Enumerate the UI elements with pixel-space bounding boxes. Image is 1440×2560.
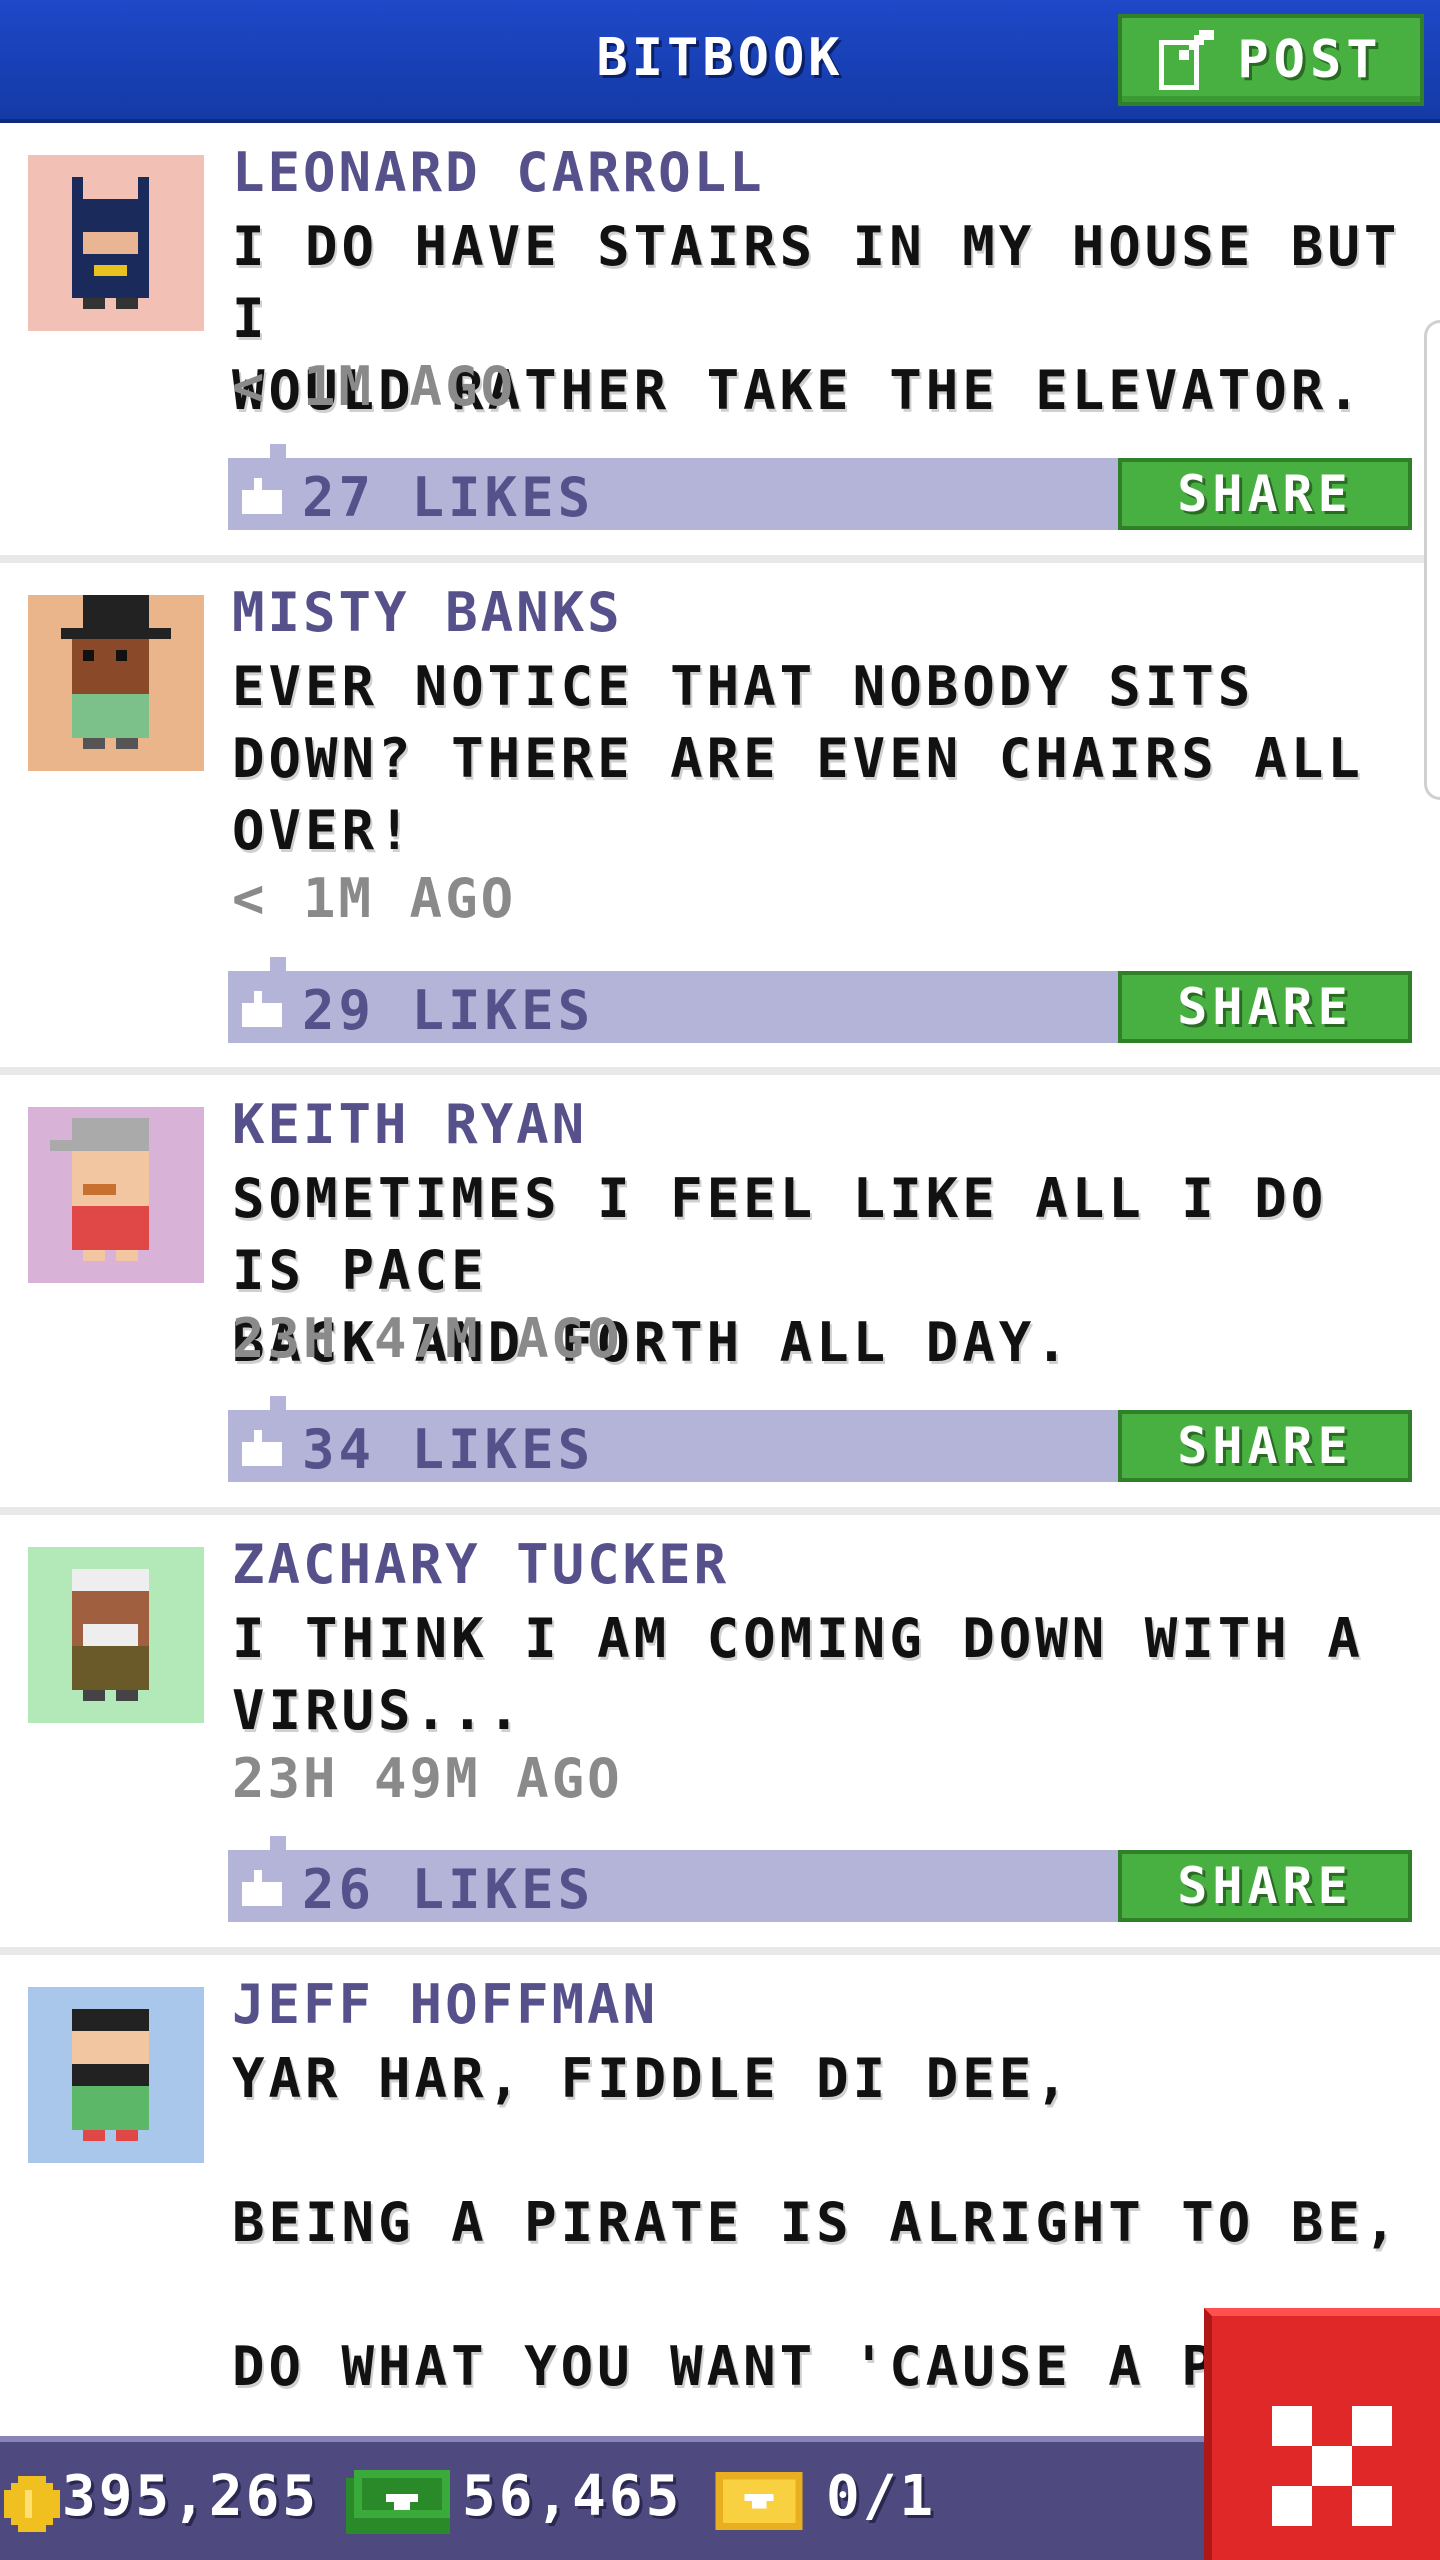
thumbs-up-icon (242, 1430, 282, 1466)
share-button[interactable]: SHARE (1118, 971, 1412, 1043)
avatar[interactable] (28, 1987, 204, 2163)
likes-bar[interactable]: 27 LIKES SHARE (228, 444, 1412, 530)
share-button[interactable]: SHARE (1118, 1410, 1412, 1482)
edit-icon (1159, 30, 1215, 90)
post-item: ZACHARY TUCKER I THINK I AM COMING DOWN … (0, 1515, 1440, 1955)
author-name: LEONARD CARROLL (232, 141, 765, 204)
author-name: KEITH RYAN (232, 1093, 588, 1156)
author-name: JEFF HOFFMAN (232, 1973, 659, 2036)
post-time: < 1M AGO (232, 867, 517, 930)
post-button-label: POST (1237, 30, 1383, 90)
coins-count: 395,265 (62, 2464, 320, 2529)
scroll-handle[interactable] (1424, 320, 1440, 800)
bux-icon (346, 2470, 450, 2534)
thumbs-up-icon (242, 1870, 282, 1906)
avatar[interactable] (28, 1107, 204, 1283)
likes-count: 29 LIKES (302, 979, 595, 1042)
tickets-count: 0/1 (826, 2464, 937, 2529)
app-header: BITBOOK POST (0, 0, 1440, 123)
author-name: ZACHARY TUCKER (232, 1533, 730, 1596)
post-item: LEONARD CARROLL I DO HAVE STAIRS IN MY H… (0, 123, 1440, 563)
close-button[interactable] (1204, 2308, 1440, 2560)
post-item: KEITH RYAN SOMETIMES I FEEL LIKE ALL I D… (0, 1075, 1440, 1515)
post-button[interactable]: POST (1118, 14, 1424, 106)
close-icon (1272, 2406, 1392, 2526)
thumbs-up-icon (242, 991, 282, 1027)
post-feed[interactable]: LEONARD CARROLL I DO HAVE STAIRS IN MY H… (0, 123, 1440, 2515)
likes-count: 34 LIKES (302, 1418, 595, 1481)
ticket-icon (715, 2472, 803, 2530)
coin-icon (4, 2476, 60, 2532)
avatar[interactable] (28, 155, 204, 331)
likes-bar[interactable]: 34 LIKES SHARE (228, 1396, 1412, 1482)
post-message: I THINK I AM COMING DOWN WITH A VIRUS... (232, 1607, 1364, 1742)
avatar[interactable] (28, 595, 204, 771)
share-button[interactable]: SHARE (1118, 1850, 1412, 1922)
author-name: MISTY BANKS (232, 581, 623, 644)
avatar[interactable] (28, 1547, 204, 1723)
likes-count: 27 LIKES (302, 466, 595, 529)
likes-bar[interactable]: 29 LIKES SHARE (228, 957, 1412, 1043)
post-item: MISTY BANKS EVER NOTICE THAT NOBODY SITS… (0, 563, 1440, 1075)
thumbs-up-icon (242, 478, 282, 514)
share-button[interactable]: SHARE (1118, 458, 1412, 530)
post-time: 23H 49M AGO (232, 1747, 623, 1810)
likes-count: 26 LIKES (302, 1858, 595, 1921)
post-time: < 1M AGO (232, 355, 517, 418)
bux-count: 56,465 (462, 2464, 683, 2529)
likes-bar[interactable]: 26 LIKES SHARE (228, 1836, 1412, 1922)
post-time: 23H 47M AGO (232, 1307, 623, 1370)
post-message: EVER NOTICE THAT NOBODY SITS DOWN? THERE… (232, 655, 1364, 862)
